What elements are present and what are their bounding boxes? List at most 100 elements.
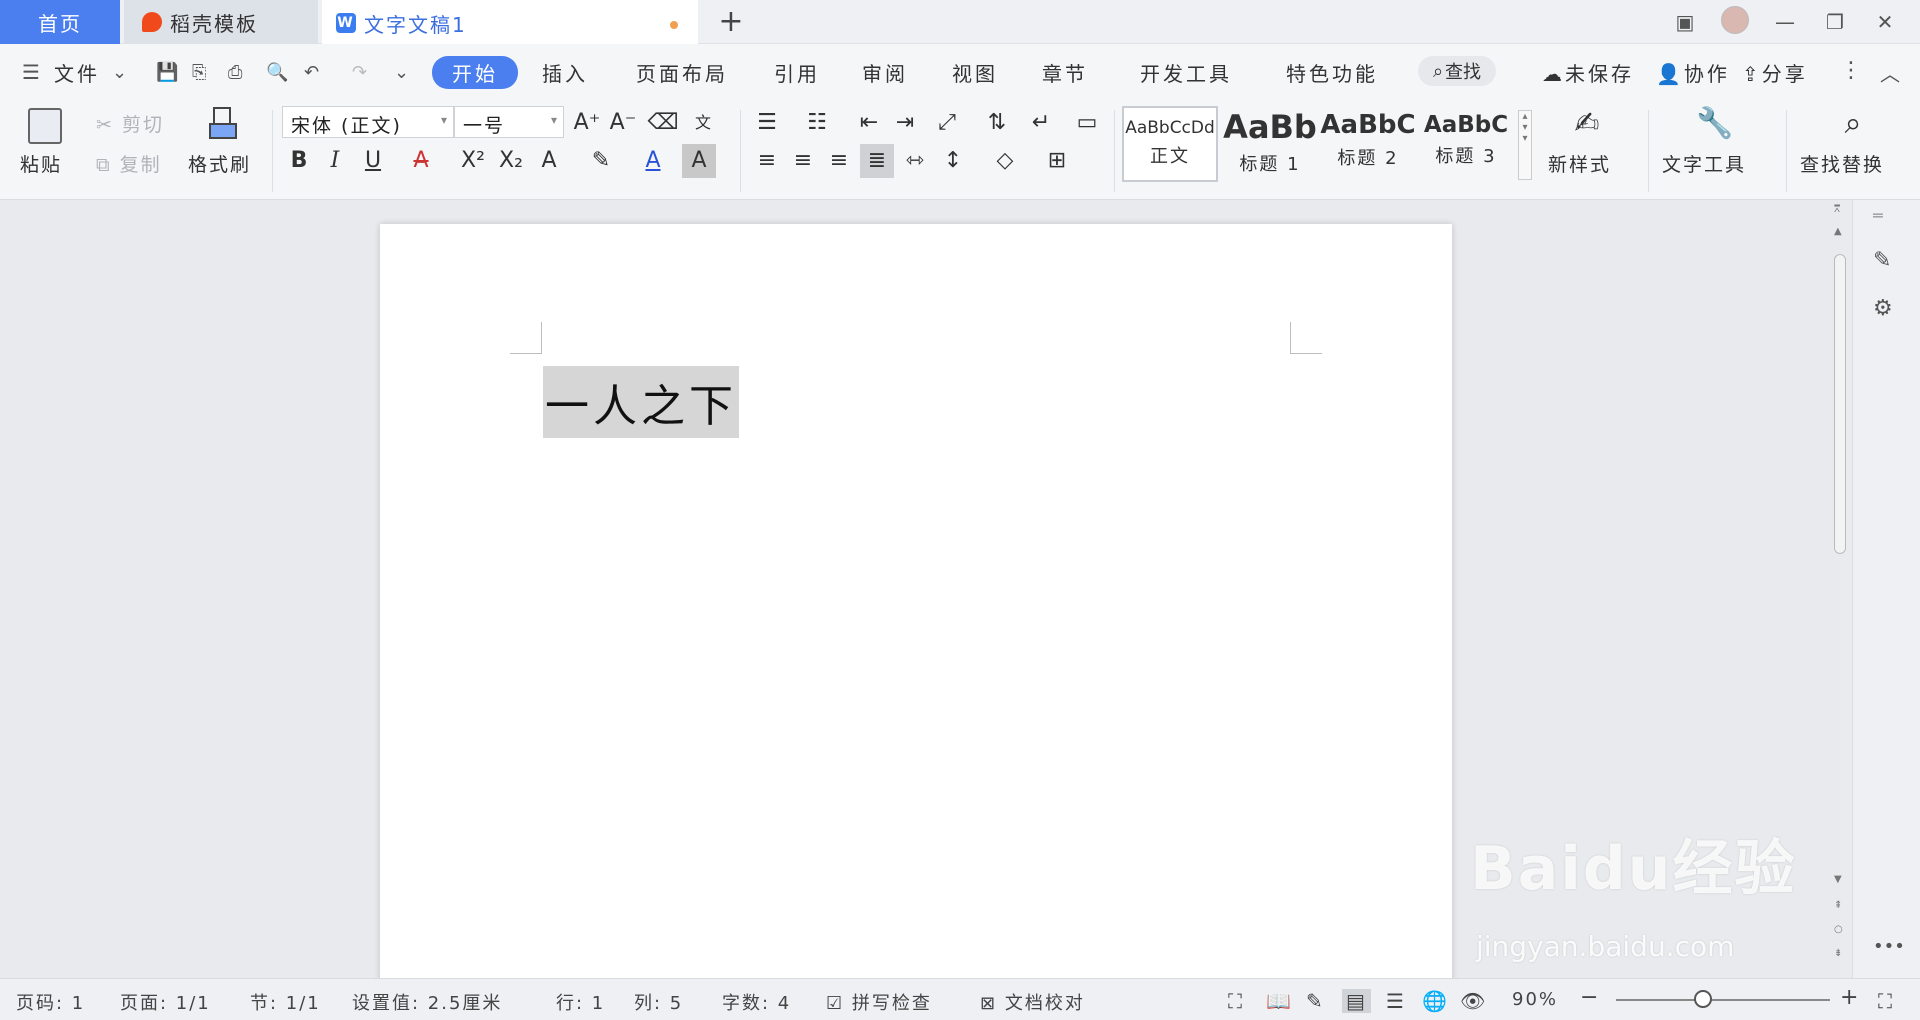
write-mode-icon[interactable]: ✎ [1306, 989, 1325, 1013]
style-heading-1[interactable]: AaBb 标题 1 [1222, 106, 1318, 182]
style-heading-2[interactable]: AaBbC 标题 2 [1320, 106, 1416, 182]
clear-format-icon[interactable]: ⌫ [646, 106, 680, 140]
underline-icon[interactable]: U [356, 144, 390, 178]
increase-indent-icon[interactable]: ⇥ [888, 106, 922, 140]
align-center-icon[interactable]: ≡ [786, 144, 820, 178]
menu-developer-tools[interactable]: 开发工具 [1140, 58, 1232, 87]
fullscreen-icon[interactable]: ⛶ [1228, 989, 1244, 1013]
align-left-icon[interactable]: ≡ [750, 144, 784, 178]
highlight-icon[interactable]: ✎ [584, 144, 618, 178]
format-painter-icon[interactable] [206, 106, 240, 142]
search-button[interactable]: ⌕ 查找 [1418, 56, 1496, 86]
export-icon[interactable]: ⎘ [192, 62, 206, 83]
italic-icon[interactable]: I [318, 144, 352, 178]
shading-fill-icon[interactable]: ◇ [988, 144, 1022, 178]
phonetic-guide-icon[interactable]: 文 [686, 106, 720, 140]
zoom-slider-track[interactable] [1616, 999, 1830, 1001]
zoom-slider-handle[interactable] [1694, 990, 1712, 1008]
bold-icon[interactable]: B [282, 144, 316, 178]
decrease-font-size-icon[interactable]: A⁻ [606, 106, 640, 140]
tab-overview-icon[interactable]: ▣ [1660, 10, 1710, 34]
close-icon[interactable]: ✕ [1860, 10, 1910, 34]
style-normal[interactable]: AaBbCcDd 正文 [1122, 106, 1218, 182]
spell-check-button[interactable]: ☑ 拼写检查 [826, 989, 932, 1015]
tab-home[interactable]: 首页 [0, 0, 120, 44]
menu-special-features[interactable]: 特色功能 [1286, 58, 1378, 87]
paste-button[interactable]: 粘贴 [20, 150, 62, 177]
scroll-up-icon[interactable]: ▲ [1834, 226, 1842, 237]
style-heading-3[interactable]: AaBbC 标题 3 [1418, 106, 1514, 182]
menu-references[interactable]: 引用 [774, 58, 820, 87]
bullet-list-icon[interactable]: ☰ [750, 106, 784, 140]
web-view-icon[interactable]: 🌐 [1422, 989, 1449, 1013]
menu-review[interactable]: 审阅 [862, 58, 908, 87]
save-icon[interactable]: 💾 [156, 62, 178, 83]
more-panel-icon[interactable]: ••• [1873, 936, 1905, 957]
menu-file[interactable]: 文件 [54, 58, 100, 87]
cut-button[interactable]: ✂ 剪切 [96, 110, 164, 137]
prev-page-icon[interactable]: ⇞ [1834, 900, 1842, 911]
document-page[interactable]: 一人之下 [380, 224, 1452, 984]
zoom-level-select[interactable]: 90% [1512, 989, 1558, 1010]
menu-hamburger-icon[interactable]: ☰ [22, 60, 40, 84]
line-spacing-icon[interactable]: ↕ [936, 144, 970, 178]
sort-icon[interactable]: ⇅ [980, 106, 1014, 140]
avatar[interactable] [1710, 5, 1760, 39]
font-name-select[interactable]: 宋体 (正文) [282, 106, 454, 138]
eye-protection-icon[interactable]: 👁 [1460, 989, 1487, 1013]
find-replace-icon[interactable]: ⌕ [1836, 106, 1870, 142]
zoom-out-icon[interactable]: − [1580, 985, 1600, 1010]
align-right-icon[interactable]: ≡ [822, 144, 856, 178]
document-proofread-button[interactable]: ⊠ 文档校对 [980, 989, 1085, 1015]
scroll-down-icon[interactable]: ▼ [1834, 874, 1842, 885]
outline-view-icon[interactable]: ☰ [1386, 989, 1406, 1013]
collapse-ribbon-icon[interactable]: ︿ [1880, 58, 1900, 87]
paste-icon[interactable] [28, 108, 62, 144]
new-style-button[interactable]: 新样式 [1548, 150, 1611, 177]
scrollbar-thumb[interactable] [1834, 254, 1846, 554]
font-color-icon[interactable]: A [636, 144, 670, 178]
status-word-count[interactable]: 字数: 4 [722, 989, 791, 1015]
maximize-icon[interactable]: ❐ [1810, 10, 1860, 34]
vertical-scrollbar[interactable]: ⩞ ▲ ▼ ⇞ ○ ⇟ [1830, 200, 1850, 978]
share-button[interactable]: ⇪分享 [1742, 58, 1808, 87]
show-marks-icon[interactable]: ↵ [1024, 106, 1058, 140]
quick-access-dropdown-icon[interactable]: ⌄ [394, 62, 409, 83]
menu-view[interactable]: 视图 [952, 58, 998, 87]
new-tab-plus-icon[interactable]: + [716, 4, 746, 39]
strikethrough-icon[interactable]: A [404, 144, 438, 178]
ruler-icon[interactable]: ▭ [1070, 106, 1104, 140]
next-page-icon[interactable]: ⇟ [1834, 948, 1842, 959]
print-icon[interactable]: ⎙ [228, 62, 242, 83]
scroll-top-icon[interactable]: ⩞ [1834, 204, 1840, 215]
justify-icon[interactable]: ≣ [860, 144, 894, 178]
font-size-select[interactable]: 一号 [454, 106, 564, 138]
selected-document-text[interactable]: 一人之下 [543, 366, 739, 438]
more-options-icon[interactable]: ⋮ [1840, 58, 1862, 83]
text-tools-button[interactable]: 文字工具 [1662, 150, 1746, 177]
adjust-settings-icon[interactable]: ⚙ [1873, 296, 1893, 321]
undo-icon[interactable]: ↶ [304, 62, 319, 83]
copy-button[interactable]: ⧉ 复制 [96, 150, 162, 177]
menu-start[interactable]: 开始 [432, 56, 518, 89]
reading-mode-icon[interactable]: 📖 [1266, 989, 1293, 1013]
menu-page-layout[interactable]: 页面布局 [636, 58, 728, 87]
superscript-icon[interactable]: X² [456, 144, 490, 178]
file-chevron-down-icon[interactable]: ⌄ [112, 62, 127, 83]
style-gallery-scroll[interactable]: ▴ ▾ ▾ [1518, 110, 1532, 180]
text-effect-icon[interactable]: A [532, 144, 566, 178]
tab-document[interactable]: W 文字文稿1 [322, 0, 698, 44]
page-view-icon[interactable]: ▤ [1342, 989, 1371, 1013]
borders-icon[interactable]: ⊞ [1040, 144, 1074, 178]
numbered-list-icon[interactable]: ☷ [800, 106, 834, 140]
text-direction-icon[interactable]: ⤢ [930, 106, 964, 140]
distributed-align-icon[interactable]: ⇿ [898, 144, 932, 178]
wrench-icon[interactable]: 🔧 [1696, 106, 1733, 142]
print-preview-icon[interactable]: 🔍 [266, 62, 288, 83]
increase-font-size-icon[interactable]: A⁺ [570, 106, 604, 140]
panel-handle-icon[interactable]: ═ [1873, 206, 1883, 225]
menu-insert[interactable]: 插入 [542, 58, 588, 87]
format-painter-button[interactable]: 格式刷 [188, 150, 251, 177]
fit-window-icon[interactable]: ⛶ [1878, 989, 1894, 1013]
menu-sections[interactable]: 章节 [1042, 58, 1088, 87]
